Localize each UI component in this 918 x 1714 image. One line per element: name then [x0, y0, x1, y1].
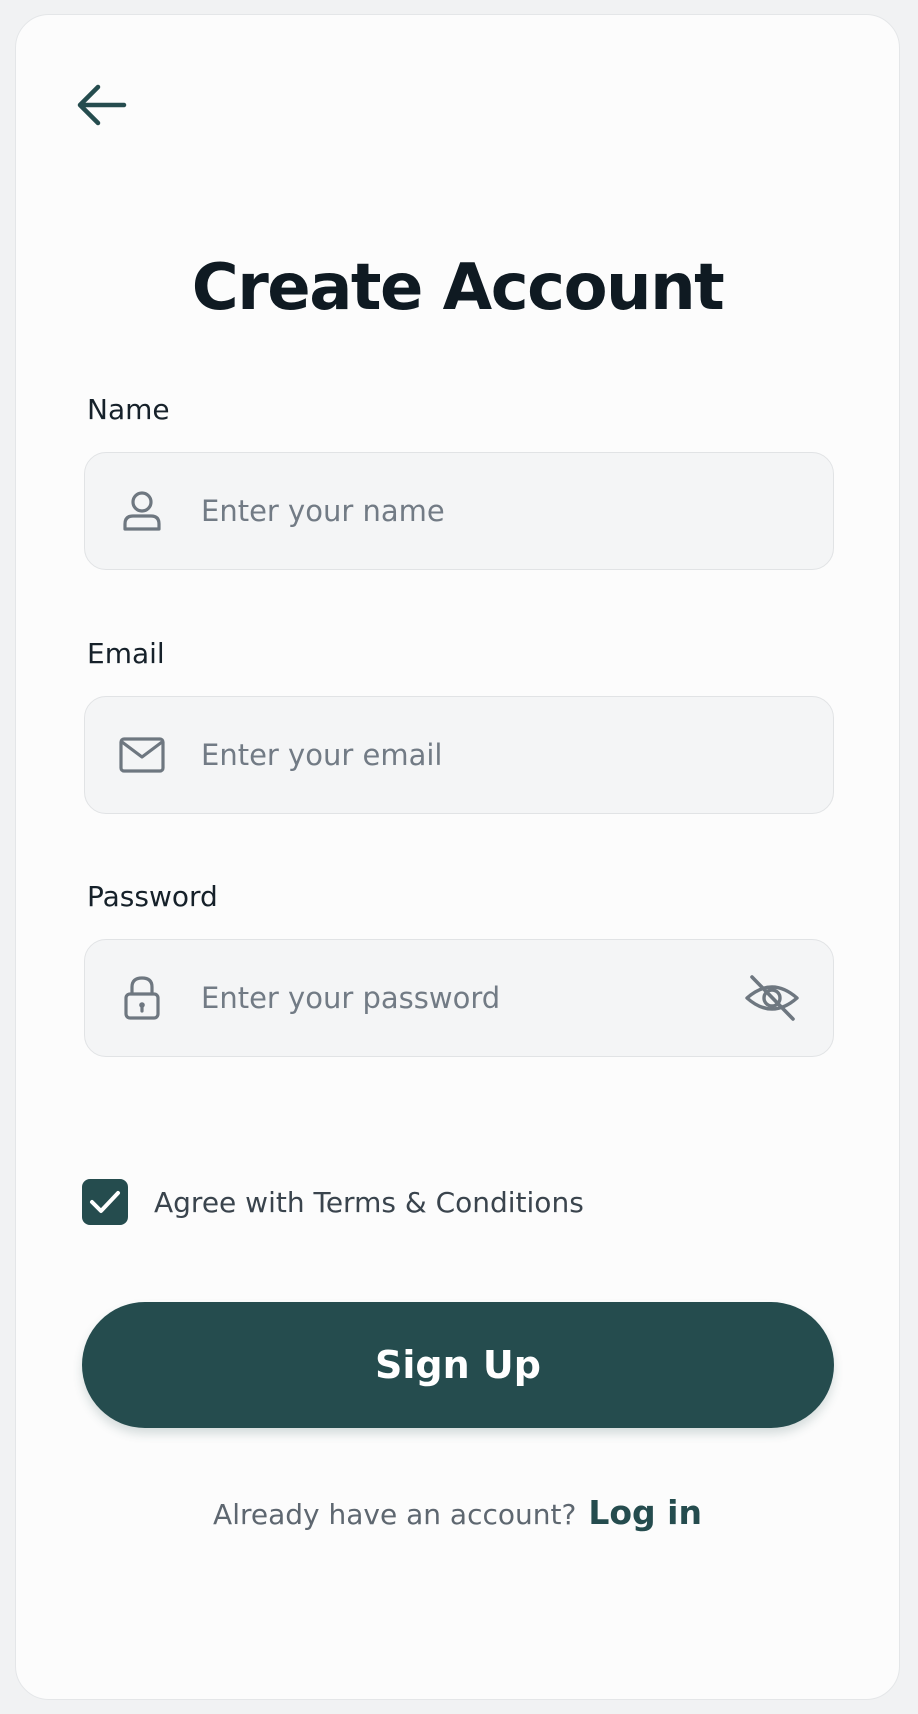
name-label: Name: [87, 393, 170, 426]
user-icon: [117, 486, 167, 536]
name-input[interactable]: [201, 453, 761, 569]
name-field[interactable]: [84, 452, 834, 570]
lock-icon: [117, 973, 167, 1023]
check-icon: [90, 1191, 120, 1213]
password-input[interactable]: [201, 940, 761, 1056]
terms-label[interactable]: Agree with Terms & Conditions: [154, 1186, 584, 1219]
terms-checkbox[interactable]: [82, 1179, 128, 1225]
login-link[interactable]: Log in: [588, 1493, 702, 1532]
password-field[interactable]: [84, 939, 834, 1057]
email-input[interactable]: [201, 697, 761, 813]
terms-row: Agree with Terms & Conditions: [82, 1179, 584, 1225]
password-label: Password: [87, 880, 218, 913]
email-label: Email: [87, 637, 165, 670]
sign-up-button[interactable]: Sign Up: [82, 1302, 834, 1428]
toggle-password-visibility-button[interactable]: [739, 968, 805, 1028]
login-row: Already have an account? Log in: [16, 1493, 899, 1532]
back-button[interactable]: [66, 75, 136, 135]
login-prompt: Already have an account?: [213, 1498, 577, 1531]
signup-card: Create Account Name Email Password: [15, 14, 900, 1700]
email-field[interactable]: [84, 696, 834, 814]
arrow-left-icon: [77, 84, 127, 126]
eye-off-icon: [745, 975, 799, 1021]
mail-icon: [117, 730, 167, 780]
page-title: Create Account: [191, 251, 725, 325]
